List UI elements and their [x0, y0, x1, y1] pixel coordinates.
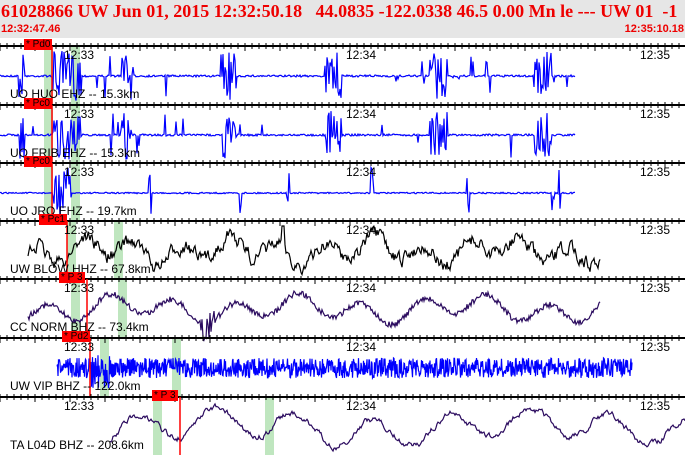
end-time: 12:35:10.18: [624, 23, 684, 35]
time-tick-label: 12:35: [640, 399, 671, 413]
start-time: 12:32:47.46: [1, 23, 61, 35]
station-label: TA L04D BHZ -- 208.6km: [10, 438, 144, 452]
pick-label: * Pc0: [26, 156, 50, 167]
waveform: [109, 402, 685, 453]
time-tick-label: 12:33: [64, 223, 95, 237]
time-tick-label: 12:33: [64, 340, 95, 354]
time-tick-label: 12:35: [640, 165, 671, 179]
pick-marker[interactable]: * Pc0: [24, 98, 52, 109]
time-tick-label: 12:34: [346, 223, 377, 237]
time-tick-label: 12:35: [640, 48, 671, 62]
pick-marker[interactable]: * Pd0: [24, 39, 53, 50]
seismogram-plot[interactable]: [0, 38, 685, 458]
time-tick-label: 12:34: [346, 165, 377, 179]
time-tick-label: 12:34: [346, 340, 377, 354]
time-tick-label: 12:34: [346, 48, 377, 62]
time-tick-label: 12:35: [640, 107, 671, 121]
time-tick-label: 12:35: [640, 281, 671, 295]
time-tick-label: 12:34: [346, 281, 377, 295]
station-label: UO JRO EHZ -- 19.7km: [10, 204, 137, 218]
time-tick-label: 12:33: [64, 281, 95, 295]
pick-marker[interactable]: * Pc0: [24, 156, 52, 167]
event-header: 61028866 UW Jun 01, 2015 12:32:50.18 44.…: [0, 0, 685, 38]
pick-label: * Pd0: [26, 39, 51, 50]
pick-marker[interactable]: * P 3: [152, 390, 178, 401]
pick-label: * Pc1: [41, 214, 65, 225]
pick-marker[interactable]: * Pc1: [39, 214, 67, 225]
time-tick-label: 12:34: [346, 399, 377, 413]
time-tick-label: 12:35: [640, 340, 671, 354]
station-label: UW VIP BHZ -- 122.0km: [10, 379, 141, 393]
time-tick-label: 12:33: [64, 48, 95, 62]
time-tick-label: 12:34: [346, 107, 377, 121]
time-tick-label: 12:33: [64, 165, 95, 179]
event-title: 61028866 UW Jun 01, 2015 12:32:50.18 44.…: [1, 1, 678, 21]
time-tick-label: 12:33: [64, 399, 95, 413]
time-tick-label: 12:33: [64, 107, 95, 121]
time-tick-label: 12:35: [640, 223, 671, 237]
pick-label: * Pc0: [26, 98, 50, 109]
waveform: [56, 355, 633, 389]
pick-label: * P 3: [154, 390, 176, 401]
